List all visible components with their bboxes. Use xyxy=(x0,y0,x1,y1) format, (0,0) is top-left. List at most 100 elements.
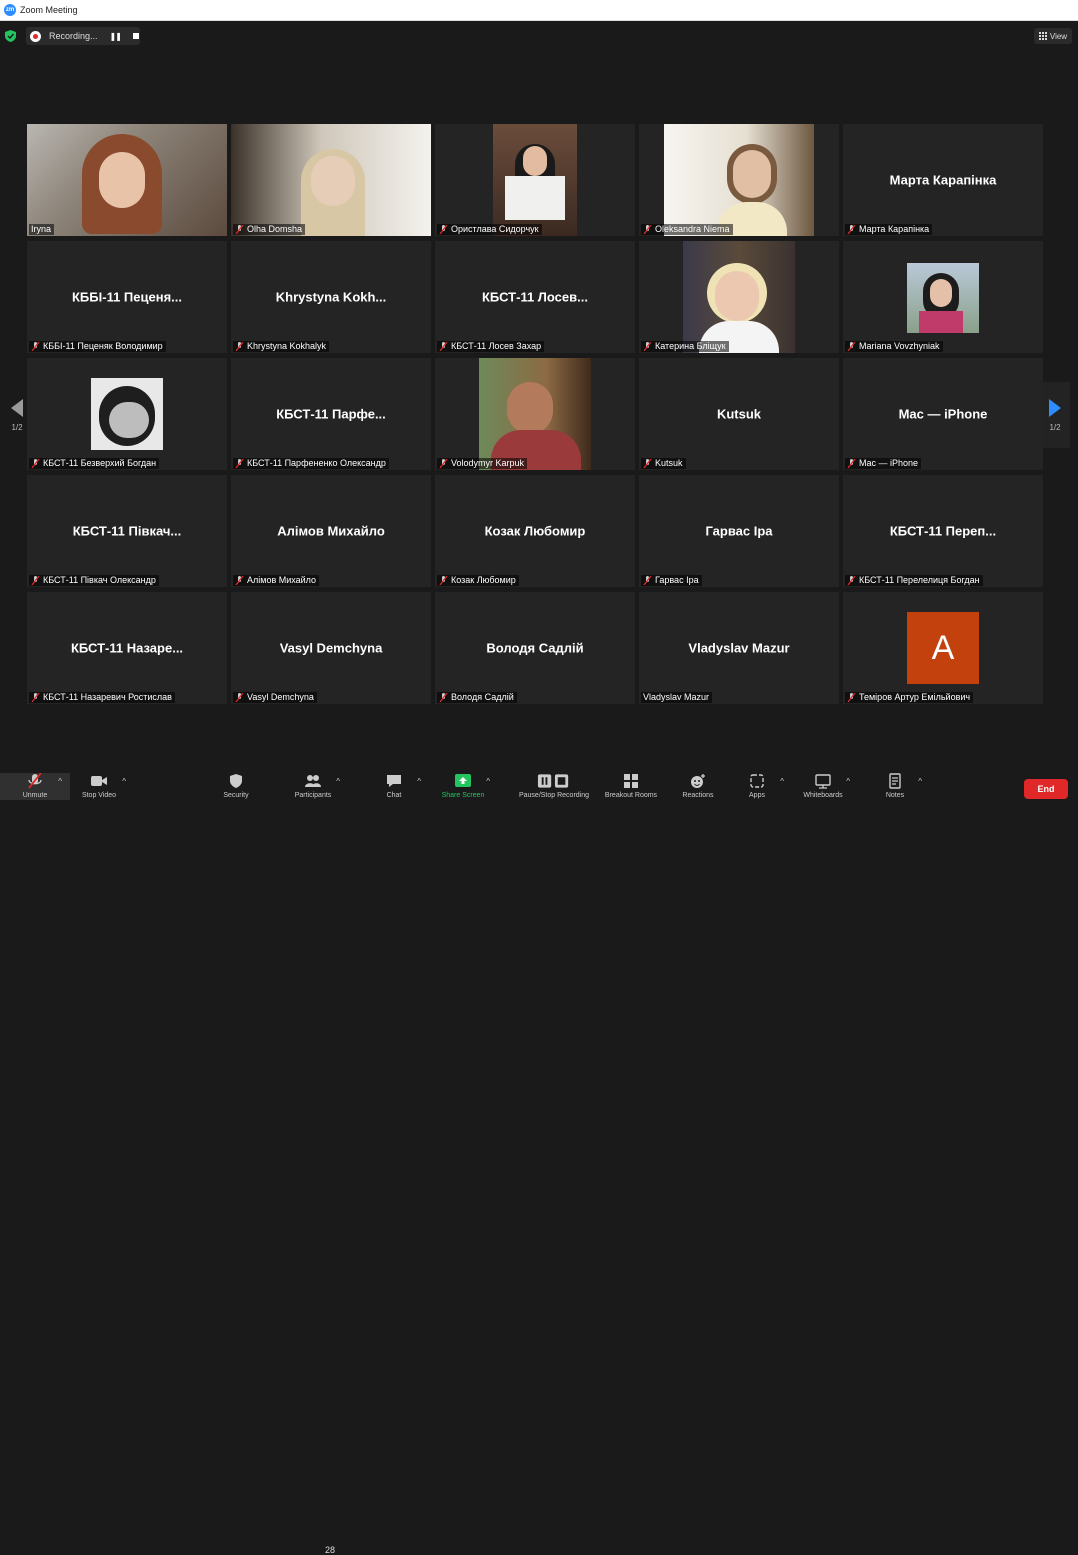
end-meeting-button[interactable]: End xyxy=(1024,779,1068,799)
participant-tile[interactable]: Oleksandra Niema xyxy=(639,124,839,236)
video-options-caret-icon[interactable]: ^ xyxy=(122,777,126,786)
recording-label: Recording... xyxy=(49,31,98,41)
whiteboards-button[interactable]: ^ Whiteboards xyxy=(788,773,858,799)
participant-tile[interactable]: Марта Карапінка Марта Карапінка xyxy=(843,124,1043,236)
muted-mic-icon xyxy=(235,225,244,234)
participant-tile[interactable]: Iryna xyxy=(27,124,227,236)
participant-tile[interactable]: Катерина Бліщук xyxy=(639,241,839,353)
apps-options-caret-icon[interactable]: ^ xyxy=(780,777,784,786)
participant-name-label: Теміров Артур Емільйович xyxy=(845,692,974,703)
pause-stop-recording-button[interactable]: Pause/Stop Recording xyxy=(511,773,597,799)
participant-name-label: КБСТ-11 Безверхий Богдан xyxy=(29,458,160,469)
participant-name-label: Алімов Михайло xyxy=(233,575,320,586)
participant-tile[interactable]: КБСТ-11 Парфе... КБСТ-11 Парфененко Олек… xyxy=(231,358,431,470)
participant-photo-face xyxy=(930,279,952,307)
arrow-left-icon xyxy=(11,398,23,417)
participant-name-label: КБСТ-11 Парфененко Олександр xyxy=(233,458,389,469)
share-screen-button[interactable]: ^ Share Screen xyxy=(428,773,498,799)
participant-name-label: Kutsuk xyxy=(641,458,686,469)
muted-mic-icon xyxy=(643,342,652,351)
participant-tile[interactable]: КББІ-11 Пеценя... КББІ-11 Пеценяк Володи… xyxy=(27,241,227,353)
whiteboards-options-caret-icon[interactable]: ^ xyxy=(846,777,850,786)
participant-name-label: Oleksandra Niema xyxy=(641,224,733,235)
apps-icon xyxy=(750,774,764,788)
participant-tile[interactable]: Volodymyr Karpuk xyxy=(435,358,635,470)
participant-name-label: Olha Domsha xyxy=(233,224,306,235)
video-gallery: Iryna Olha Domsha Ористлава Сидорчук Ole… xyxy=(27,124,1045,705)
participant-video-face xyxy=(733,150,771,198)
participants-options-caret-icon[interactable]: ^ xyxy=(336,777,340,786)
muted-mic-icon xyxy=(847,342,856,351)
whiteboards-label: Whiteboards xyxy=(803,792,843,799)
breakout-rooms-button[interactable]: Breakout Rooms xyxy=(596,773,666,799)
muted-mic-icon xyxy=(847,225,856,234)
participant-name-label: КББІ-11 Пеценяк Володимир xyxy=(29,341,166,352)
participant-tile[interactable]: Mac — iPhone Mac — iPhone xyxy=(843,358,1043,470)
recording-indicator[interactable]: Recording... ❚❚ xyxy=(26,27,140,45)
participant-display-name: Гарвас Іра xyxy=(705,523,773,539)
muted-mic-icon xyxy=(439,225,448,234)
stop-video-label: Stop Video xyxy=(81,792,117,799)
audio-options-caret-icon[interactable]: ^ xyxy=(58,777,62,786)
chat-options-caret-icon[interactable]: ^ xyxy=(417,777,421,786)
muted-mic-icon xyxy=(439,459,448,468)
participant-tile[interactable]: Vasyl Demchyna Vasyl Demchyna xyxy=(231,592,431,704)
meeting-toolbar: ^ Unmute ^ Stop Video Security ^ Partici… xyxy=(0,770,1078,1555)
muted-mic-icon xyxy=(847,693,856,702)
security-button[interactable]: Security xyxy=(201,773,271,799)
muted-mic-icon xyxy=(31,576,40,585)
participant-tile[interactable]: КБСТ-11 Півкач... КБСТ-11 Півкач Олексан… xyxy=(27,475,227,587)
reactions-smiley-icon xyxy=(691,774,705,788)
muted-mic-icon xyxy=(643,225,652,234)
participant-tile[interactable]: A Теміров Артур Емільйович xyxy=(843,592,1043,704)
stop-video-button[interactable]: ^ Stop Video xyxy=(64,773,134,799)
whiteboard-icon xyxy=(815,774,831,789)
muted-mic-icon xyxy=(235,459,244,468)
participant-video-shirt xyxy=(505,176,565,220)
participant-tile[interactable]: КБСТ-11 Назаре... КБСТ-11 Назаревич Рост… xyxy=(27,592,227,704)
participant-tile[interactable]: Khrystyna Kokh... Khrystyna Kokhalyk xyxy=(231,241,431,353)
page-indicator-right: 1/2 xyxy=(1049,422,1061,432)
participant-display-name: КБСТ-11 Переп... xyxy=(889,523,997,539)
pause-recording-icon[interactable]: ❚❚ xyxy=(110,32,122,41)
participant-tile[interactable]: Kutsuk Kutsuk xyxy=(639,358,839,470)
participant-name-label: Volodymyr Karpuk xyxy=(437,458,528,469)
stop-recording-icon[interactable] xyxy=(132,33,139,39)
view-button-label: View xyxy=(1049,31,1068,41)
chat-button[interactable]: ^ Chat xyxy=(359,773,429,799)
pause-stop-recording-label: Pause/Stop Recording xyxy=(518,792,590,799)
participant-tile[interactable]: Гарвас Іра Гарвас Іра xyxy=(639,475,839,587)
muted-mic-icon xyxy=(31,693,40,702)
notes-icon xyxy=(889,773,901,789)
window-titlebar: zm Zoom Meeting xyxy=(0,0,1078,21)
participant-name-label: Vasyl Demchyna xyxy=(233,692,317,703)
participant-display-name: Марта Карапінка xyxy=(889,172,997,188)
breakout-rooms-icon xyxy=(624,774,638,788)
apps-button[interactable]: ^ Apps xyxy=(722,773,792,799)
participant-tile[interactable]: Vladyslav Mazur Vladyslav Mazur xyxy=(639,592,839,704)
participant-tile[interactable]: Olha Domsha xyxy=(231,124,431,236)
unmute-button[interactable]: ^ Unmute xyxy=(0,773,70,800)
notes-button[interactable]: ^ Notes xyxy=(860,773,930,799)
participant-tile[interactable]: Володя Садлій Володя Садлій xyxy=(435,592,635,704)
view-button[interactable]: View xyxy=(1034,28,1072,44)
participant-display-name: Kutsuk xyxy=(716,406,762,422)
participants-icon xyxy=(305,775,321,787)
participant-display-name: Козак Любомир xyxy=(484,523,586,539)
participant-tile[interactable]: Козак Любомир Козак Любомир xyxy=(435,475,635,587)
notes-options-caret-icon[interactable]: ^ xyxy=(918,777,922,786)
participant-tile[interactable]: КБСТ-11 Лосев... КБСТ-11 Лосев Захар xyxy=(435,241,635,353)
participants-button[interactable]: ^ Participants xyxy=(278,773,348,799)
participant-name-label: Гарвас Іра xyxy=(641,575,702,586)
muted-mic-icon xyxy=(235,693,244,702)
encryption-shield-icon[interactable] xyxy=(5,30,16,42)
participant-tile[interactable]: Mariana Vovzhyniak xyxy=(843,241,1043,353)
participant-display-name: КБСТ-11 Лосев... xyxy=(482,289,588,305)
participant-tile[interactable]: КБСТ-11 Безверхий Богдан xyxy=(27,358,227,470)
muted-mic-icon xyxy=(31,342,40,351)
share-options-caret-icon[interactable]: ^ xyxy=(486,777,490,786)
participant-tile[interactable]: КБСТ-11 Переп... КБСТ-11 Перелелиця Богд… xyxy=(843,475,1043,587)
participant-tile[interactable]: Ористлава Сидорчук xyxy=(435,124,635,236)
reactions-label: Reactions xyxy=(682,792,714,799)
participant-tile[interactable]: Алімов Михайло Алімов Михайло xyxy=(231,475,431,587)
